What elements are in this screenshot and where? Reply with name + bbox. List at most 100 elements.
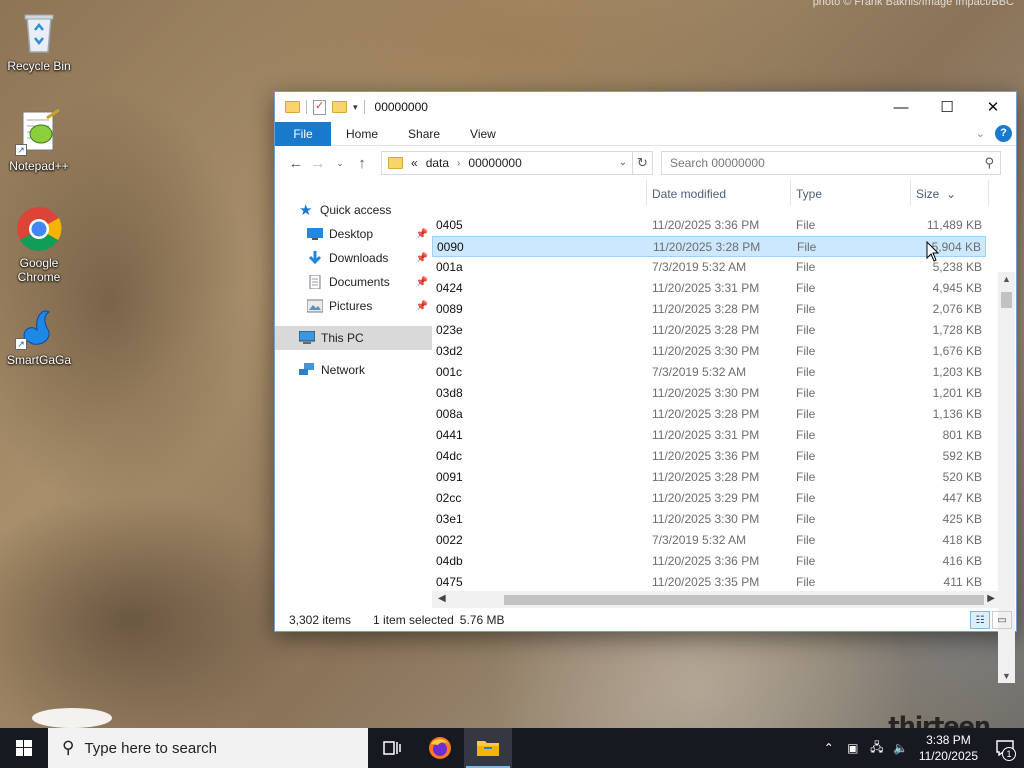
file-date-modified: 11/20/2025 3:30 PM [652, 512, 760, 526]
file-row[interactable]: 03d8 11/20/2025 3:30 PM File 1,201 KB [432, 383, 986, 404]
tab-home[interactable]: Home [331, 122, 393, 146]
file-name: 0475 [436, 575, 463, 589]
tab-view[interactable]: View [455, 122, 511, 146]
desktop-icon-smartgaga[interactable]: ↗ SmartGaGa [4, 302, 74, 367]
column-header-date-modified[interactable]: Date modified [652, 187, 726, 201]
file-row[interactable]: 0090 11/20/2025 3:28 PM File 5,904 KB [432, 236, 986, 257]
nav-network[interactable]: Network [275, 358, 432, 382]
minimize-button[interactable]: — [878, 92, 924, 122]
address-bar[interactable]: « data › 00000000 ⌄ [381, 151, 633, 175]
file-row[interactable]: 0475 11/20/2025 3:35 PM File 411 KB [432, 572, 986, 593]
file-row[interactable]: 04dc 11/20/2025 3:36 PM File 592 KB [432, 446, 986, 467]
desktop-icon-recycle-bin[interactable]: Recycle Bin [4, 8, 74, 73]
help-icon[interactable]: ? [995, 125, 1012, 142]
taskbar-search-input[interactable]: ⚲ Type here to search [48, 728, 368, 768]
customize-toolbar-chevron-icon[interactable]: ▾ [353, 102, 358, 113]
breadcrumb-data[interactable]: data [426, 156, 449, 170]
nav-pictures[interactable]: Pictures 📌 [275, 294, 432, 318]
firefox-taskbar-button[interactable] [416, 728, 464, 768]
navigation-pane: ★ Quick access Desktop 📌 Downloads 📌 Doc… [275, 180, 432, 610]
file-row[interactable]: 04db 11/20/2025 3:36 PM File 416 KB [432, 551, 986, 572]
column-divider[interactable] [910, 180, 911, 206]
close-button[interactable]: ✕ [970, 92, 1016, 122]
file-date-modified: 11/20/2025 3:28 PM [652, 302, 760, 316]
file-size: 11,489 KB [926, 218, 982, 232]
column-divider[interactable] [790, 180, 791, 206]
file-row[interactable]: 0091 11/20/2025 3:28 PM File 520 KB [432, 467, 986, 488]
back-button[interactable]: ← [285, 155, 307, 172]
refresh-button[interactable]: ↻ [633, 151, 653, 175]
column-header-size[interactable]: Size [916, 187, 939, 201]
search-input[interactable]: Search 00000000 ⚲ [661, 151, 1001, 175]
file-row[interactable]: 0441 11/20/2025 3:31 PM File 801 KB [432, 425, 986, 446]
file-explorer-taskbar-button[interactable] [464, 728, 512, 768]
nav-desktop[interactable]: Desktop 📌 [275, 222, 432, 246]
file-row[interactable]: 03d2 11/20/2025 3:30 PM File 1,676 KB [432, 341, 986, 362]
clock[interactable]: 3:38 PM 11/20/2025 [919, 732, 978, 764]
status-bar: 3,302 items 1 item selected 5.76 MB ☷ ▭ [275, 609, 1016, 631]
desktop-icon-google-chrome[interactable]: Google Chrome [4, 205, 74, 284]
file-size: 1,728 KB [932, 323, 982, 337]
file-list[interactable]: ⌄ Date modified Type Size 0405 11/20/2025… [432, 180, 1000, 610]
nav-label: Quick access [320, 203, 392, 217]
nav-this-pc[interactable]: This PC [275, 326, 432, 350]
forward-button[interactable]: → [307, 155, 329, 172]
show-hidden-icons-chevron-icon[interactable]: ⌃ [817, 741, 841, 755]
desktop-icon-notepad-plus-plus[interactable]: ↗ Notepad++ [4, 108, 74, 173]
maximize-button[interactable]: ☐ [924, 92, 970, 122]
breadcrumb-separator-icon[interactable]: › [457, 158, 460, 169]
column-header-type[interactable]: Type [796, 187, 822, 201]
details-view-button[interactable]: ☷ [970, 611, 990, 629]
tab-share[interactable]: Share [393, 122, 455, 146]
new-folder-icon[interactable] [332, 101, 347, 113]
file-row[interactable]: 0424 11/20/2025 3:31 PM File 4,945 KB [432, 278, 986, 299]
file-row[interactable]: 03e1 11/20/2025 3:30 PM File 425 KB [432, 509, 986, 530]
title-bar[interactable]: ▾ 00000000 — ☐ ✕ [275, 92, 1016, 122]
column-divider[interactable] [988, 180, 989, 206]
volume-muted-icon[interactable]: 🔈 [889, 741, 913, 755]
horizontal-scrollbar[interactable]: ◀ ▶ [432, 591, 999, 608]
expand-ribbon-chevron-icon[interactable]: ⌄ [976, 127, 985, 140]
nav-quick-access[interactable]: ★ Quick access [275, 198, 432, 222]
breadcrumb-current[interactable]: 00000000 [468, 156, 521, 170]
file-explorer-window[interactable]: ▾ 00000000 — ☐ ✕ File Home Share View ⌄ … [274, 91, 1017, 683]
breadcrumb-overflow[interactable]: « [411, 156, 418, 170]
scroll-right-arrow-icon[interactable]: ▶ [987, 593, 995, 604]
recent-locations-chevron-icon[interactable]: ⌄ [329, 158, 351, 169]
column-divider[interactable] [646, 180, 647, 206]
scroll-up-arrow-icon[interactable]: ▲ [998, 274, 1015, 284]
nav-documents[interactable]: Documents 📌 [275, 270, 432, 294]
address-dropdown-chevron-icon[interactable]: ⌄ [614, 152, 632, 174]
tab-file[interactable]: File [275, 121, 331, 146]
documents-icon [309, 275, 321, 289]
scroll-down-arrow-icon[interactable]: ▼ [998, 671, 1015, 681]
large-icons-view-button[interactable]: ▭ [992, 611, 1012, 629]
file-row[interactable]: 02cc 11/20/2025 3:29 PM File 447 KB [432, 488, 986, 509]
file-name: 0091 [436, 470, 463, 484]
download-icon [308, 251, 322, 265]
firefox-icon [429, 737, 451, 759]
file-row[interactable]: 0405 11/20/2025 3:36 PM File 11,489 KB [432, 215, 986, 236]
meet-now-icon[interactable]: ▣ [841, 741, 865, 755]
scroll-left-arrow-icon[interactable]: ◀ [438, 593, 446, 604]
file-row[interactable]: 0022 7/3/2019 5:32 AM File 418 KB [432, 530, 986, 551]
scrollbar-thumb[interactable] [504, 595, 984, 605]
file-row[interactable]: 0089 11/20/2025 3:28 PM File 2,076 KB [432, 299, 986, 320]
file-date-modified: 11/20/2025 3:28 PM [652, 470, 760, 484]
file-row[interactable]: 001a 7/3/2019 5:32 AM File 5,238 KB [432, 257, 986, 278]
network-status-icon[interactable]: 🖧 [865, 738, 889, 759]
pin-icon: 📌 [415, 276, 428, 288]
file-row[interactable]: 008a 11/20/2025 3:28 PM File 1,136 KB [432, 404, 986, 425]
up-button[interactable]: ↑ [351, 155, 373, 172]
task-view-button[interactable] [368, 728, 416, 768]
scrollbar-thumb[interactable] [1001, 292, 1012, 308]
file-row[interactable]: 023e 11/20/2025 3:28 PM File 1,728 KB [432, 320, 986, 341]
start-button[interactable] [0, 728, 48, 768]
action-center-button[interactable]: 1 [986, 728, 1024, 768]
properties-icon[interactable] [313, 99, 326, 115]
nav-downloads[interactable]: Downloads 📌 [275, 246, 432, 270]
file-row[interactable]: 001c 7/3/2019 5:32 AM File 1,203 KB [432, 362, 986, 383]
search-placeholder: Search 00000000 [670, 156, 765, 170]
file-type: File [796, 365, 816, 379]
